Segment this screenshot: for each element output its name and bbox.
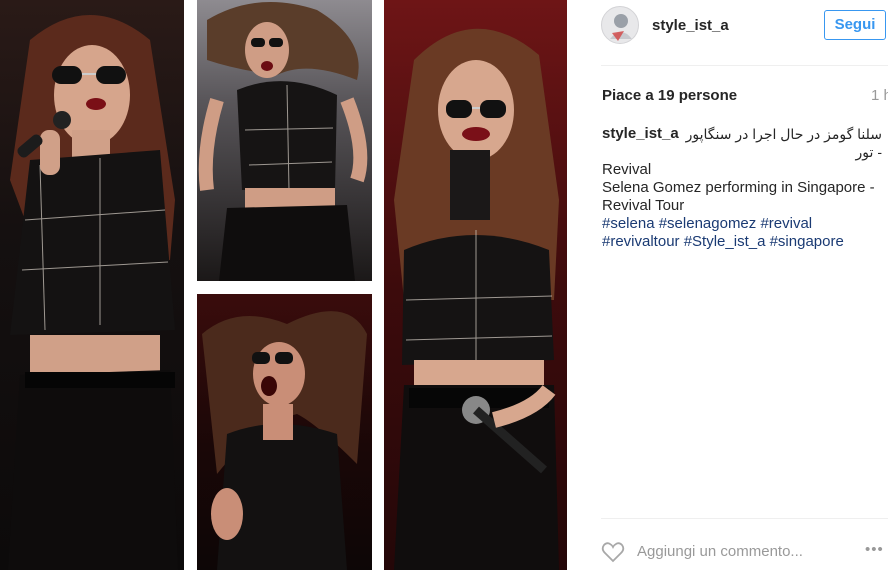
caption-username[interactable]: style_ist_a <box>602 125 679 161</box>
caption-hashtags-1[interactable]: #selena #selenagomez #revival <box>602 215 882 233</box>
header-divider <box>601 65 888 66</box>
comment-divider <box>601 518 888 519</box>
caption-hashtags-2[interactable]: #revivaltour #Style_ist_a #singapore <box>602 233 882 251</box>
photo-top-middle <box>197 0 372 281</box>
photo-right <box>384 0 567 570</box>
heart-icon[interactable] <box>601 540 625 564</box>
photo-collage[interactable] <box>0 0 584 570</box>
caption-line-revival: Revival <box>602 161 652 178</box>
comment-input[interactable] <box>637 543 837 560</box>
avatar[interactable] <box>601 6 639 44</box>
photo-left <box>0 0 184 570</box>
post-timestamp[interactable]: 1 h <box>871 87 888 104</box>
caption-line-description: Selena Gomez performing in Singapore - R… <box>602 179 875 214</box>
post-panel: style_ist_a Segui Piace a 19 persone 1 h… <box>584 0 888 570</box>
comment-row: ••• <box>601 540 888 566</box>
caption: style_ist_a سلنا گومز در حال اجرا در سنگ… <box>602 125 882 251</box>
likes-count[interactable]: Piace a 19 persone <box>602 87 737 104</box>
caption-persian-text: سلنا گومز در حال اجرا در سنگاپور - تور <box>685 126 882 160</box>
more-options-icon[interactable]: ••• <box>865 541 884 558</box>
follow-button[interactable]: Segui <box>824 10 886 40</box>
username-link[interactable]: style_ist_a <box>652 17 729 34</box>
photo-bottom-middle <box>197 294 372 570</box>
